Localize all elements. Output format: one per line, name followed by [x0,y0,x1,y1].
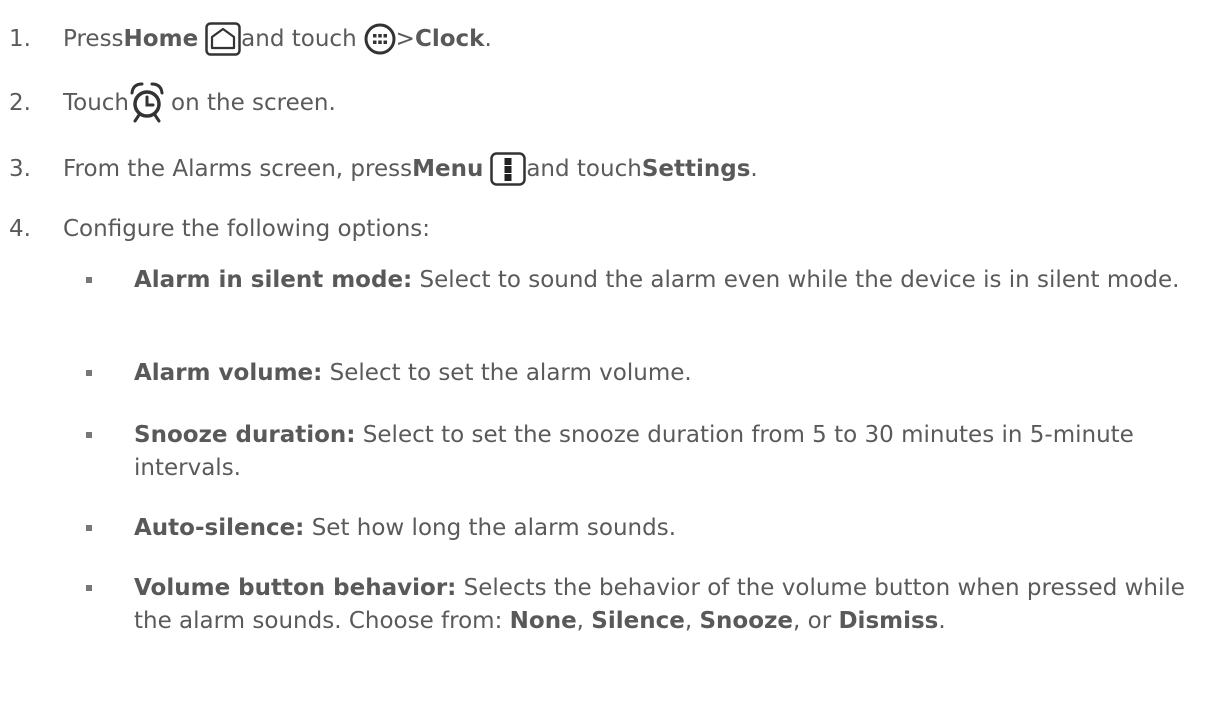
step-text: From the Alarms screen, press Menu and t… [63,152,758,186]
step-number: 2. [9,90,31,116]
option-term: Alarm in silent mode: [134,267,413,293]
instructions-page: 1. Press Home and touch > Clock . 2. Tou… [0,0,1210,719]
option-text: Auto-silence: Set how long the alarm sou… [134,512,1194,545]
bullet [86,432,92,438]
option-desc: Select to sound the alarm even while the… [412,267,1180,293]
step-text-part: > [395,26,415,52]
settings-label: Settings [641,156,751,182]
option-desc: Set how long the alarm sounds. [304,515,677,541]
separator: , [684,608,700,634]
clock-label: Clock [414,26,485,52]
apps-icon [364,23,396,55]
step-number: 1. [9,26,31,52]
home-label: Home [123,26,199,52]
option-term: Snooze duration: [134,422,356,448]
bullet [86,585,92,591]
step-text-part: Touch [63,90,130,116]
step-text-part: From the Alarms screen, press [63,156,413,182]
step-text-part: Press [63,26,124,52]
option-term: Volume button behavior: [134,575,457,601]
bullet [86,277,92,283]
choice-none: None [509,608,577,634]
separator: . [938,608,946,634]
step-text-part: and touch [241,26,357,52]
menu-icon [490,152,527,186]
menu-label: Menu [412,156,484,182]
separator: , or [793,608,839,634]
option-text: Snooze duration: Select to set the snooz… [134,419,1194,485]
option-text: Alarm in silent mode: Select to sound th… [134,264,1194,297]
step-text: Configure the following options: [63,216,431,242]
bullet [86,525,92,531]
choice-silence: Silence [591,608,685,634]
step-text: Press Home and touch > Clock . [63,22,492,56]
step-text: Touch on the screen. [63,81,336,125]
separator: , [576,608,592,634]
home-icon [205,22,241,56]
step-text-part: . [484,26,492,52]
step-number: 4. [9,216,31,242]
option-desc: Select to set the alarm volume. [322,360,692,386]
step-text-part: . [750,156,758,182]
alarm-clock-icon [129,81,165,125]
step-text-part: on the screen. [171,90,336,116]
option-text: Volume button behavior: Selects the beha… [134,572,1194,638]
choice-dismiss: Dismiss [838,608,939,634]
step-number: 3. [9,156,31,182]
option-term: Auto-silence: [134,515,305,541]
step-text-part: and touch [526,156,642,182]
bullet [86,370,92,376]
option-text: Alarm volume: Select to set the alarm vo… [134,357,1194,390]
option-term: Alarm volume: [134,360,323,386]
choice-snooze: Snooze [699,608,793,634]
